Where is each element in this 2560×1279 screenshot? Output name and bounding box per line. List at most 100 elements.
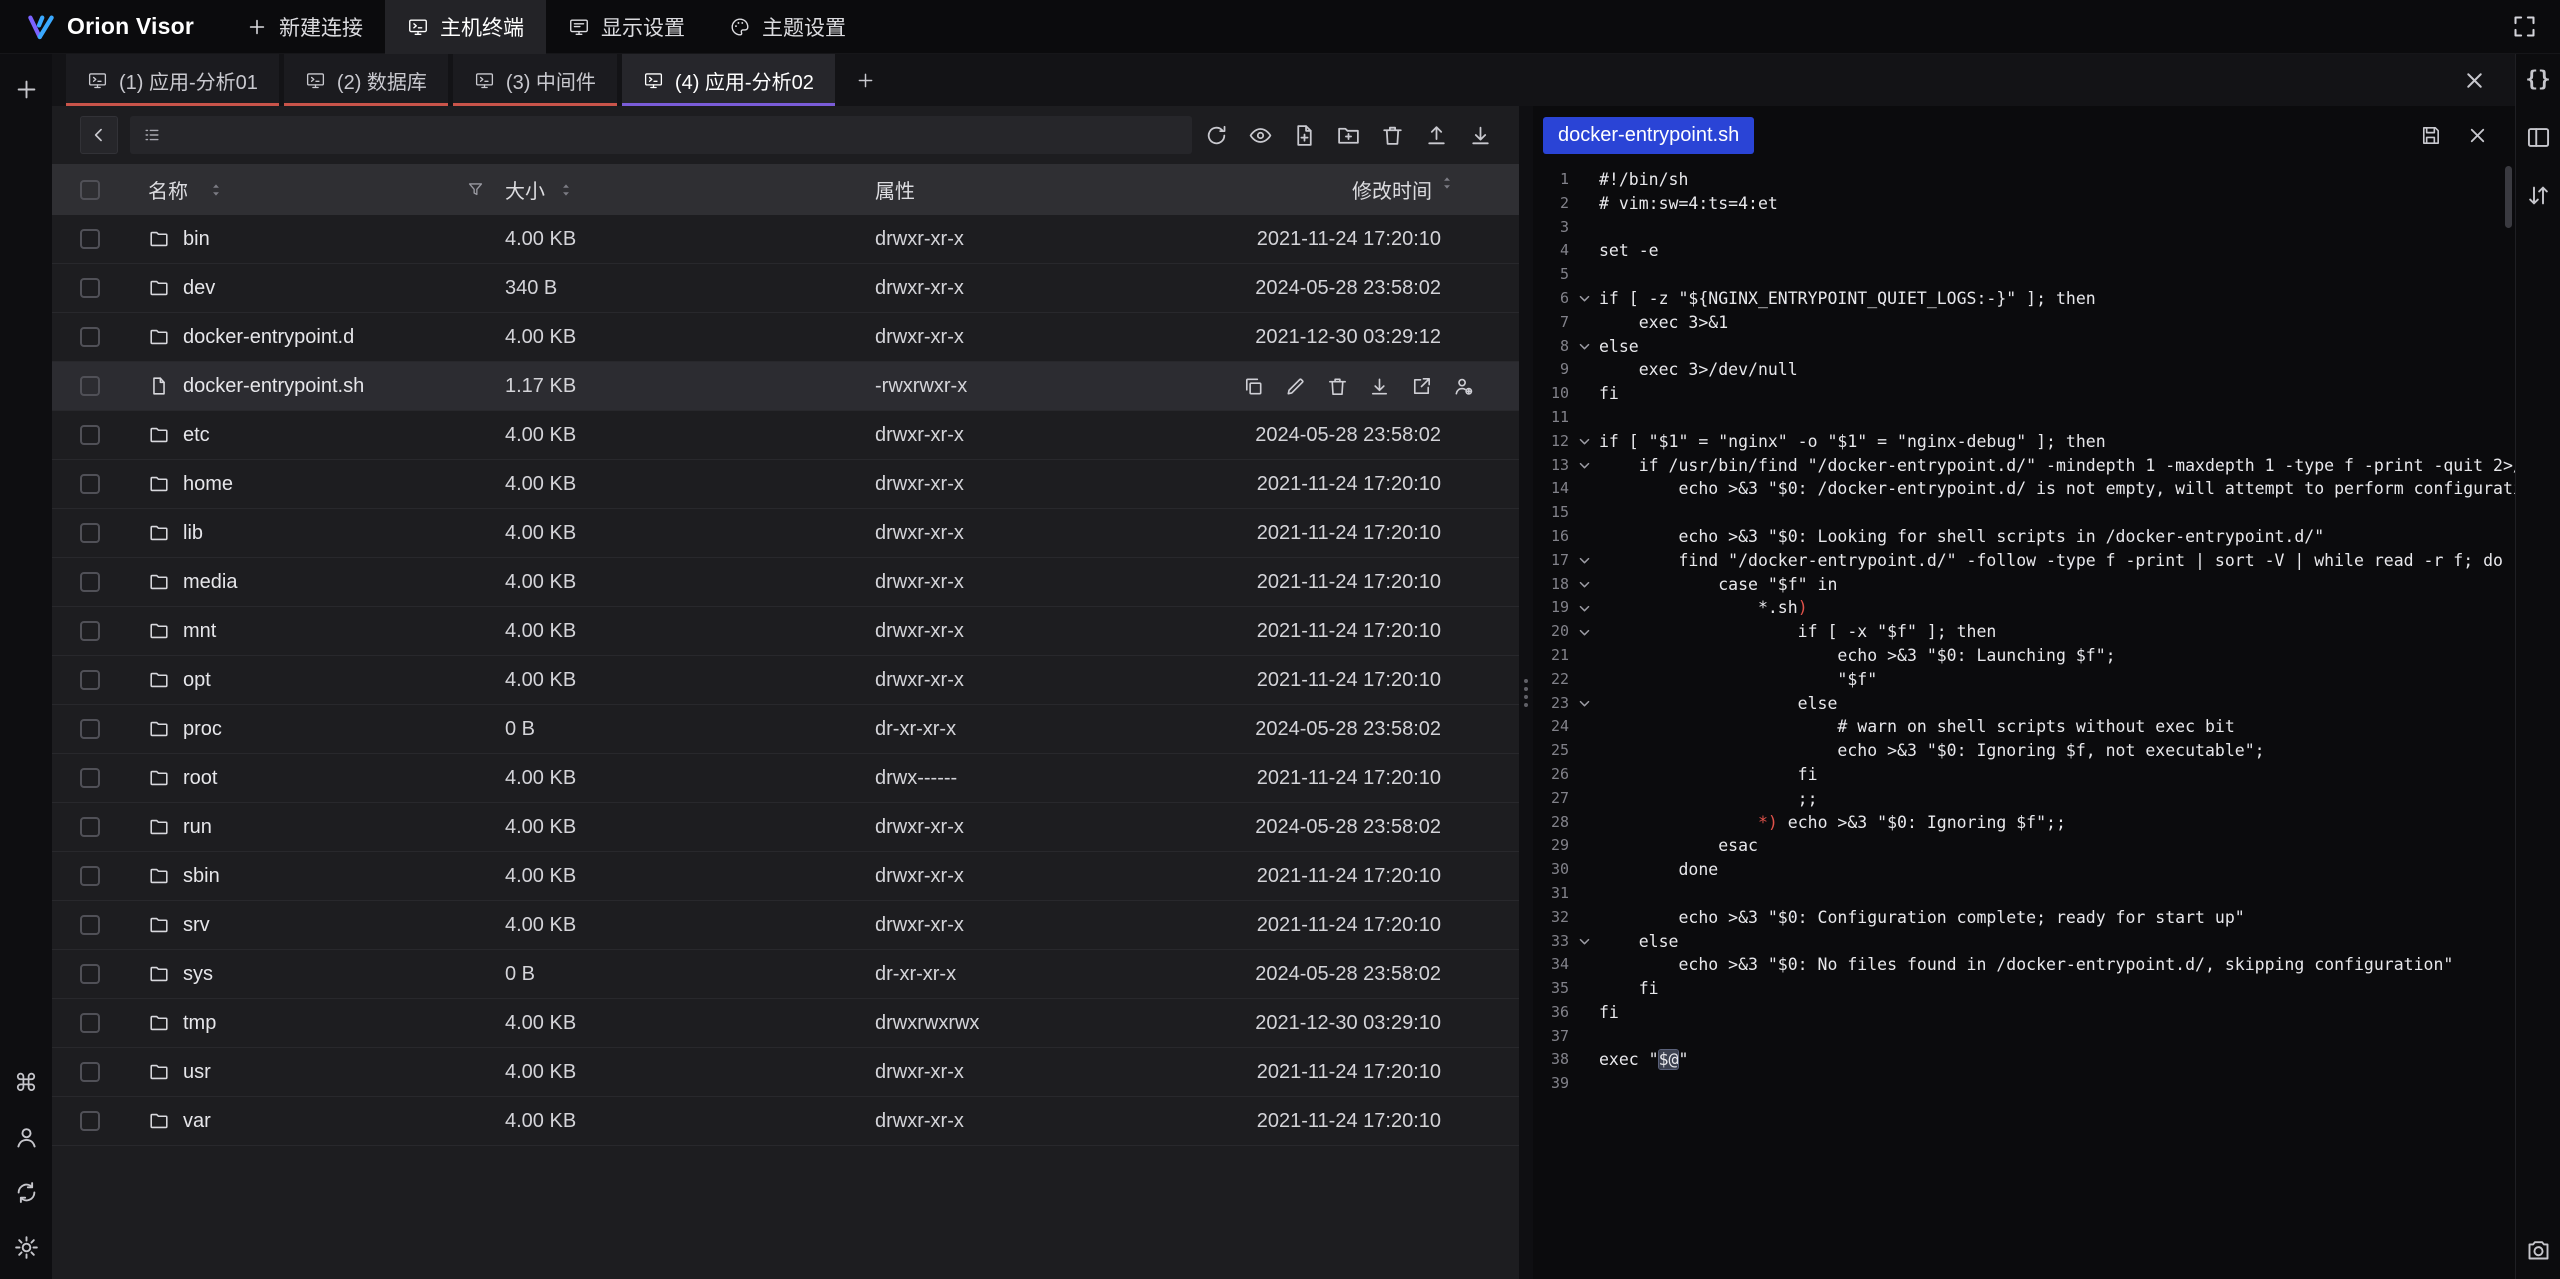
row-checkbox[interactable] [80, 866, 100, 886]
row-checkbox[interactable] [80, 768, 100, 788]
nav-item-theme-settings[interactable]: 主题设置 [707, 0, 868, 54]
row-checkbox[interactable] [80, 621, 100, 641]
row-checkbox[interactable] [80, 670, 100, 690]
column-header-size[interactable]: 大小 [505, 175, 875, 204]
fold-chevron-icon[interactable] [1577, 625, 1592, 640]
editor-file-tab[interactable]: docker-entrypoint.sh [1543, 117, 1754, 154]
code-editor[interactable]: 1#!/bin/sh2# vim:sw=4:ts=4:et34set -e56i… [1533, 164, 2515, 1279]
fold-chevron-icon[interactable] [1577, 291, 1592, 306]
delete-file-icon[interactable] [1326, 375, 1349, 398]
row-checkbox[interactable] [80, 572, 100, 592]
file-row-var[interactable]: var4.00 KBdrwxr-xr-x2021-11-24 17:20:10 [52, 1097, 1519, 1146]
row-checkbox[interactable] [80, 425, 100, 445]
row-checkbox[interactable] [80, 376, 100, 396]
file-row-sys[interactable]: sys0 Bdr-xr-xr-x2024-05-28 23:58:02 [52, 950, 1519, 999]
row-checkbox[interactable] [80, 278, 100, 298]
sort-name-icon[interactable] [208, 182, 224, 198]
close-panel-icon[interactable] [2462, 68, 2487, 93]
file-row-docker-entrypoint.sh[interactable]: docker-entrypoint.sh1.17 KB-rwxrwxr-x [52, 362, 1519, 411]
fold-chevron-icon[interactable] [1577, 934, 1592, 949]
user-icon[interactable] [13, 1124, 40, 1151]
refresh-icon[interactable] [1204, 123, 1229, 148]
sort-mtime-icon[interactable] [1439, 175, 1455, 191]
file-row-home[interactable]: home4.00 KBdrwxr-xr-x2021-11-24 17:20:10 [52, 460, 1519, 509]
file-row-lib[interactable]: lib4.00 KBdrwxr-xr-x2021-11-24 17:20:10 [52, 509, 1519, 558]
row-checkbox[interactable] [80, 964, 100, 984]
row-checkbox[interactable] [80, 1013, 100, 1033]
file-row-proc[interactable]: proc0 Bdr-xr-xr-x2024-05-28 23:58:02 [52, 705, 1519, 754]
fold-chevron-icon[interactable] [1577, 553, 1592, 568]
fold-chevron-icon[interactable] [1577, 577, 1592, 592]
fold-chevron-icon[interactable] [1577, 696, 1592, 711]
close-editor-icon[interactable] [2466, 124, 2489, 147]
nav-item-new-connection[interactable]: 新建连接 [224, 0, 385, 54]
terminal-tab-1[interactable]: (1) 应用-分析01 [66, 54, 279, 106]
fullscreen-icon[interactable] [2511, 13, 2538, 40]
row-checkbox[interactable] [80, 719, 100, 739]
select-all-checkbox[interactable] [80, 180, 100, 200]
snippets-icon[interactable]: {} [2525, 66, 2552, 93]
sync-icon[interactable] [13, 1179, 40, 1206]
row-checkbox[interactable] [80, 474, 100, 494]
screenshot-icon[interactable] [2525, 1236, 2552, 1263]
copy-file-icon[interactable] [1242, 375, 1265, 398]
file-row-sbin[interactable]: sbin4.00 KBdrwxr-xr-x2021-11-24 17:20:10 [52, 852, 1519, 901]
file-row-opt[interactable]: opt4.00 KBdrwxr-xr-x2021-11-24 17:20:10 [52, 656, 1519, 705]
row-checkbox[interactable] [80, 523, 100, 543]
terminal-tab-3[interactable]: (3) 中间件 [453, 54, 617, 106]
new-folder-icon[interactable] [1336, 123, 1361, 148]
transfer-icon[interactable] [2525, 182, 2552, 209]
row-checkbox[interactable] [80, 915, 100, 935]
fold-chevron-icon[interactable] [1577, 458, 1592, 473]
file-row-srv[interactable]: srv4.00 KBdrwxr-xr-x2021-11-24 17:20:10 [52, 901, 1519, 950]
layout-icon[interactable] [2525, 124, 2552, 151]
fold-chevron-icon[interactable] [1577, 601, 1592, 616]
column-header-mtime[interactable]: 修改时间 [1205, 175, 1519, 204]
settings-icon[interactable] [13, 1234, 40, 1261]
path-history-icon[interactable] [142, 125, 162, 145]
download-icon[interactable] [1468, 123, 1493, 148]
edit-file-icon[interactable] [1284, 375, 1307, 398]
move-file-icon[interactable] [1410, 375, 1433, 398]
fold-chevron-icon[interactable] [1577, 339, 1592, 354]
row-checkbox[interactable] [80, 1111, 100, 1131]
new-connection-icon[interactable] [13, 76, 40, 103]
editor-scrollbar[interactable] [2505, 166, 2512, 228]
row-checkbox[interactable] [80, 1062, 100, 1082]
new-file-icon[interactable] [1292, 123, 1317, 148]
row-checkbox[interactable] [80, 229, 100, 249]
delete-icon[interactable] [1380, 123, 1405, 148]
file-row-docker-entrypoint.d[interactable]: docker-entrypoint.d4.00 KBdrwxr-xr-x2021… [52, 313, 1519, 362]
line-number: 32 [1533, 906, 1569, 930]
file-row-mnt[interactable]: mnt4.00 KBdrwxr-xr-x2021-11-24 17:20:10 [52, 607, 1519, 656]
new-tab-button[interactable] [840, 54, 892, 106]
file-row-etc[interactable]: etc4.00 KBdrwxr-xr-x2024-05-28 23:58:02 [52, 411, 1519, 460]
save-icon[interactable] [2419, 124, 2442, 147]
file-row-root[interactable]: root4.00 KBdrwx------2021-11-24 17:20:10 [52, 754, 1519, 803]
row-checkbox[interactable] [80, 817, 100, 837]
row-checkbox[interactable] [80, 327, 100, 347]
column-header-name[interactable]: 名称 [128, 175, 505, 204]
file-row-usr[interactable]: usr4.00 KBdrwxr-xr-x2021-11-24 17:20:10 [52, 1048, 1519, 1097]
permissions-icon[interactable] [1452, 375, 1475, 398]
file-row-run[interactable]: run4.00 KBdrwxr-xr-x2024-05-28 23:58:02 [52, 803, 1519, 852]
back-button[interactable] [80, 116, 118, 154]
panel-splitter[interactable] [1519, 106, 1533, 1279]
toggle-hidden-icon[interactable] [1248, 123, 1273, 148]
download-file-icon[interactable] [1368, 375, 1391, 398]
fold-chevron-icon[interactable] [1577, 434, 1592, 449]
nav-item-host-terminal[interactable]: 主机终端 [385, 0, 546, 54]
file-row-tmp[interactable]: tmp4.00 KBdrwxrwxrwx2021-12-30 03:29:10 [52, 999, 1519, 1048]
terminal-tab-2[interactable]: (2) 数据库 [284, 54, 448, 106]
code-text: *) echo >&3 "$0: Ignoring $f";; [1599, 811, 2066, 835]
file-row-bin[interactable]: bin4.00 KBdrwxr-xr-x2021-11-24 17:20:10 [52, 215, 1519, 264]
file-row-dev[interactable]: dev340 Bdrwxr-xr-x2024-05-28 23:58:02 [52, 264, 1519, 313]
sort-size-icon[interactable] [558, 182, 574, 198]
terminal-tab-4[interactable]: (4) 应用-分析02 [622, 54, 835, 106]
upload-icon[interactable] [1424, 123, 1449, 148]
file-row-media[interactable]: media4.00 KBdrwxr-xr-x2021-11-24 17:20:1… [52, 558, 1519, 607]
path-input[interactable] [130, 116, 1192, 154]
filter-icon[interactable] [466, 180, 485, 199]
shortcuts-icon[interactable]: ⌘ [13, 1069, 40, 1096]
nav-item-display-settings[interactable]: 显示设置 [546, 0, 707, 54]
